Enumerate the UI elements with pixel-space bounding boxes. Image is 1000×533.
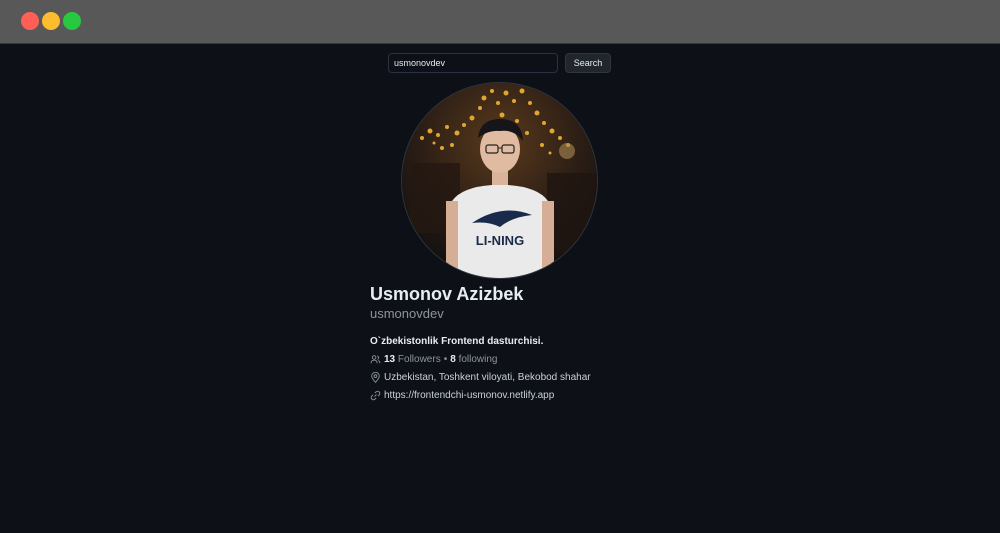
profile-login: usmonovdev bbox=[370, 306, 444, 321]
following-count[interactable]: 8 bbox=[450, 354, 456, 365]
link-icon bbox=[370, 390, 381, 401]
website-row: https://frontendchi-usmonov.netlify.app bbox=[370, 388, 554, 402]
svg-text:LI-NING: LI-NING bbox=[476, 233, 524, 248]
people-icon bbox=[370, 354, 381, 365]
website-link[interactable]: https://frontendchi-usmonov.netlify.app bbox=[384, 390, 554, 401]
search-input[interactable] bbox=[388, 53, 558, 73]
close-window-button[interactable] bbox=[21, 12, 39, 30]
followers-row: 13 Followers • 8 following bbox=[370, 352, 497, 366]
location-row: Uzbekistan, Toshkent viloyati, Bekobod s… bbox=[370, 370, 591, 384]
location-pin-icon bbox=[370, 371, 381, 383]
search-button[interactable]: Search bbox=[565, 53, 611, 73]
profile-bio: O`zbekistonlik Frontend dasturchisi. bbox=[370, 336, 544, 347]
minimize-window-button[interactable] bbox=[42, 12, 60, 30]
maximize-window-button[interactable] bbox=[63, 12, 81, 30]
avatar: LI-NING bbox=[401, 82, 598, 279]
followers-count[interactable]: 13 bbox=[384, 354, 395, 365]
following-label[interactable]: following bbox=[459, 354, 498, 365]
separator: • bbox=[443, 353, 448, 365]
avatar-photo: LI-NING bbox=[402, 83, 597, 278]
profile-name: Usmonov Azizbek bbox=[370, 284, 524, 304]
followers-label[interactable]: Followers bbox=[398, 354, 441, 365]
window-titlebar bbox=[0, 0, 1000, 44]
location-text: Uzbekistan, Toshkent viloyati, Bekobod s… bbox=[384, 371, 591, 383]
